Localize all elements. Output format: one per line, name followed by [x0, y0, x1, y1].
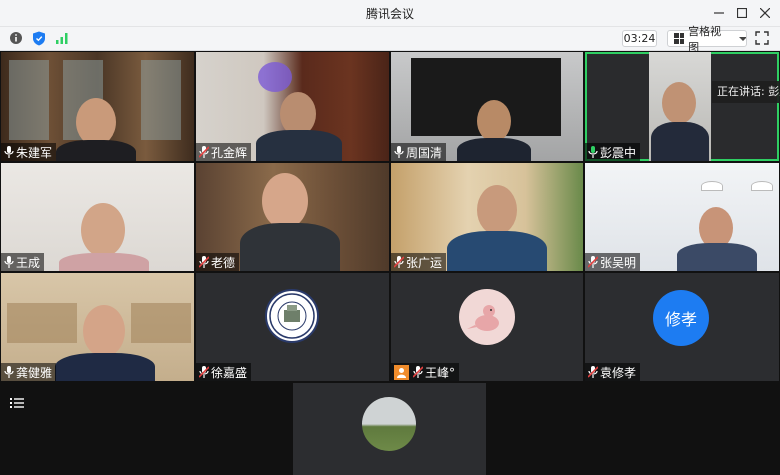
window-title: 腾讯会议 — [365, 7, 414, 21]
microphone-muted-icon — [413, 366, 423, 378]
participant-name: 龚健雅 — [16, 365, 53, 380]
participant-nametag: 龚健雅 — [1, 363, 57, 381]
view-mode-dropdown[interactable]: 宫格视图 — [667, 25, 747, 54]
chevron-down-icon — [738, 36, 746, 41]
microphone-icon — [4, 256, 14, 268]
participant-name: 徐嘉盛 — [211, 365, 248, 380]
info-icon — [10, 32, 22, 44]
microphone-icon — [4, 366, 14, 378]
avatar — [265, 289, 319, 343]
participant-nametag: 王峰° — [391, 363, 460, 381]
participant-nametag: 孔金辉 — [196, 143, 252, 161]
microphone-muted-icon — [588, 366, 598, 378]
participant-nametag: 王成 — [1, 253, 45, 271]
participant-nametag: 张广运 — [391, 253, 447, 271]
close-icon — [760, 8, 770, 18]
participant-name: 老德 — [211, 255, 236, 270]
video-grid: 朱建军 孔金辉 周国清 彭震中 王成 老德 张广运 张吴明 龚健雅 徐嘉盛 王峰… — [0, 51, 780, 475]
grid-view-icon — [674, 33, 685, 44]
close-button[interactable] — [754, 4, 776, 22]
self-view-tile[interactable] — [293, 383, 486, 475]
participant-name: 彭震中 — [600, 145, 637, 160]
participant-nametag: 袁修孝 — [585, 363, 641, 381]
participant-name: 张广运 — [406, 255, 443, 270]
avatar — [362, 397, 416, 451]
microphone-icon — [4, 146, 14, 158]
fullscreen-icon — [755, 31, 769, 45]
participant-tile[interactable]: 徐嘉盛 — [196, 273, 389, 381]
maximize-icon — [737, 8, 747, 18]
participant-tile[interactable]: 张广运 — [391, 163, 583, 271]
title-bar: 腾讯会议 — [0, 0, 780, 27]
participant-tile[interactable]: 周国清 — [391, 52, 583, 161]
info-button[interactable] — [8, 30, 24, 46]
participant-nametag: 彭震中 — [585, 143, 641, 161]
participant-name: 张吴明 — [600, 255, 637, 270]
minimize-button[interactable] — [708, 4, 730, 22]
participant-name: 孔金辉 — [211, 145, 248, 160]
participant-tile-active[interactable]: 彭震中 — [585, 52, 779, 161]
participant-name: 袁修孝 — [600, 365, 637, 380]
network-status[interactable] — [54, 30, 70, 46]
participant-name: 王成 — [16, 255, 41, 270]
avatar: 修孝 — [653, 290, 709, 346]
participant-nametag: 老德 — [196, 253, 240, 271]
participant-tile[interactable]: 王成 — [1, 163, 194, 271]
user-icon — [397, 367, 406, 378]
participant-tile[interactable]: 张吴明 — [585, 163, 779, 271]
video-feed — [649, 52, 711, 161]
speaking-text: 正在讲话: 彭震 — [717, 85, 780, 98]
participant-nametag: 徐嘉盛 — [196, 363, 252, 381]
maximize-button[interactable] — [731, 4, 753, 22]
participant-tile[interactable]: 朱建军 — [1, 52, 194, 161]
meeting-window: 腾讯会议 03:24 宫格视图 朱建军 孔金辉 周国清 彭震中 王成 老德 张广… — [0, 0, 780, 475]
signal-icon — [56, 33, 68, 44]
microphone-active-icon — [588, 146, 598, 158]
host-badge — [394, 364, 409, 380]
participant-nametag: 朱建军 — [1, 143, 57, 161]
meeting-toolbar: 03:24 宫格视图 — [0, 25, 780, 54]
participant-name: 王峰° — [425, 365, 456, 380]
dinosaur-avatar-image — [467, 305, 499, 331]
microphone-muted-icon — [394, 256, 404, 268]
meeting-timer: 03:24 — [622, 30, 657, 47]
view-mode-label: 宫格视图 — [688, 24, 722, 54]
avatar — [459, 289, 515, 345]
participant-list-button[interactable] — [6, 392, 28, 414]
microphone-muted-icon — [199, 146, 209, 158]
participant-nametag: 周国清 — [391, 143, 447, 161]
participant-name: 朱建军 — [16, 145, 53, 160]
avatar-initials: 修孝 — [664, 310, 697, 329]
participant-tile[interactable]: 龚健雅 — [1, 273, 194, 381]
list-icon — [10, 398, 24, 408]
minimize-icon — [714, 12, 724, 14]
participant-tile[interactable]: 孔金辉 — [196, 52, 389, 161]
participant-nametag: 张吴明 — [585, 253, 641, 271]
participant-tile[interactable]: 王峰° — [391, 273, 583, 381]
participant-tile[interactable]: 老德 — [196, 163, 389, 271]
microphone-muted-icon — [588, 256, 598, 268]
microphone-muted-icon — [199, 256, 209, 268]
microphone-muted-icon — [199, 366, 209, 378]
university-logo-image — [269, 293, 315, 339]
participant-tile[interactable]: 修孝 袁修孝 — [585, 273, 779, 381]
fullscreen-button[interactable] — [755, 30, 771, 46]
shield-icon — [33, 31, 45, 45]
security-button[interactable] — [31, 30, 47, 46]
speaking-indicator: 正在讲话: 彭震 — [712, 81, 780, 103]
participant-name: 周国清 — [406, 145, 443, 160]
microphone-icon — [394, 146, 404, 158]
